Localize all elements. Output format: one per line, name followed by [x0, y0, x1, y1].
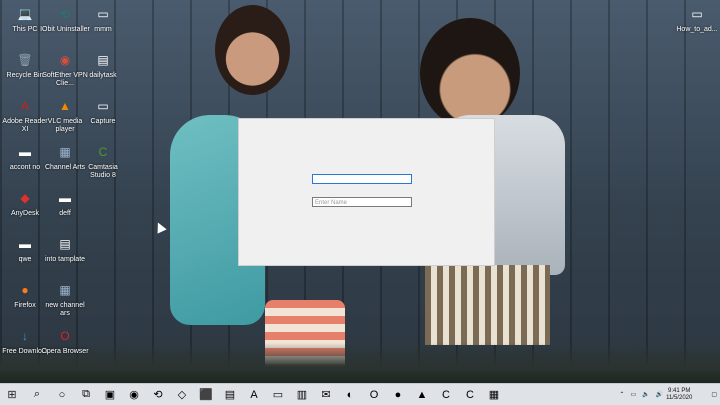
tray-chevron-icon[interactable]: ⌃ — [619, 391, 624, 398]
taskbar-app-15-icon[interactable]: C — [458, 384, 482, 405]
taskbar-app-12-icon[interactable]: ● — [386, 384, 410, 405]
notification-icon[interactable]: ▢ — [711, 391, 717, 398]
desktop-icon-label: into tamplate — [44, 256, 86, 263]
taskbar-app-7-icon[interactable]: ▭ — [266, 384, 290, 405]
taskbar-app-1-icon[interactable]: ◉ — [122, 384, 146, 405]
softether-icon: ◉ — [59, 53, 71, 67]
desktop-icon-how-to-ad[interactable]: ▭ How_to_ad... — [672, 4, 720, 34]
wallpaper-boy-shorts — [425, 265, 550, 345]
taskbar-app-8-icon[interactable]: ▥ — [290, 384, 314, 405]
wallpaper-girl-head — [215, 5, 290, 95]
clock-time: 9:41 PM — [668, 387, 691, 394]
microphone-icon[interactable]: 🔈 — [642, 391, 649, 398]
system-tray: ⌃ ▭ 🔈 🔊 9:41 PM 11/5/2020 ▢ — [616, 384, 720, 405]
taskbar-app-16-icon[interactable]: ▦ — [482, 384, 506, 405]
taskbar-app-0-icon[interactable]: ▣ — [98, 384, 122, 405]
desktop-icon-label: Capture — [90, 118, 116, 125]
taskbar-app-13-icon[interactable]: ▲ — [410, 384, 434, 405]
taskbar: ⊞ ⌕ ○ ⧉ ▣ ◉ ⟲ ◇ ⬛ ▤ A ▭ ▥ ✉ ◐ O ● ▲ C C ▦ ⌃ ▭ 🔈 🔊 9:41 P… — [0, 383, 720, 405]
desktop-icon-capture[interactable]: ▭ Capture — [78, 96, 128, 126]
cortana-button[interactable]: ○ — [50, 384, 74, 405]
taskbar-app-2-icon[interactable]: ⟲ — [146, 384, 170, 405]
into-template-icon: ▤ — [59, 237, 71, 251]
new-channel-ars-icon: ▦ — [59, 283, 71, 297]
mmm-icon: ▭ — [97, 7, 109, 21]
this-pc-icon: 💻 — [17, 7, 33, 21]
camtasia-icon: C — [98, 145, 108, 159]
name-input[interactable]: Enter Name — [312, 197, 412, 207]
iobit-uninstaller-icon: ⟲ — [59, 7, 71, 21]
vlc-icon: ▲ — [59, 99, 71, 113]
wallpaper-grass — [0, 343, 720, 383]
start-button[interactable]: ⊞ — [0, 384, 24, 405]
clock[interactable]: 9:41 PM 11/5/2020 — [666, 388, 692, 402]
firefox-icon: ● — [21, 283, 29, 297]
taskbar-app-9-icon[interactable]: ✉ — [314, 384, 338, 405]
desktop-icon-label: How_to_ad... — [676, 26, 718, 33]
task-view-button[interactable]: ⧉ — [74, 384, 98, 405]
accont-no-icon: ▬ — [19, 145, 31, 159]
wallpaper-boy-head — [420, 18, 520, 128]
desktop-icon-mmm[interactable]: ▭ mmm — [78, 4, 128, 34]
desktop-icon-new-channel-ars[interactable]: ▦ new channel ars — [40, 280, 90, 318]
form-window: Enter Name — [238, 118, 495, 266]
taskbar-app-11-icon[interactable]: O — [362, 384, 386, 405]
search-button[interactable]: ⌕ — [24, 384, 50, 405]
volume-icon[interactable]: 🔊 — [656, 391, 663, 398]
opera-browser-icon: O — [60, 329, 70, 343]
taskbar-app-14-icon[interactable]: C — [434, 384, 458, 405]
taskbar-app-5-icon[interactable]: ▤ — [218, 384, 242, 405]
channel-arts-icon: ▦ — [59, 145, 71, 159]
qwe-icon: ▬ — [19, 237, 31, 251]
desktop-icon-deff[interactable]: ▬ deff — [40, 188, 90, 218]
desktop-icon-label: Camtasia Studio 8 — [88, 164, 118, 179]
desktop-icon-dailytask[interactable]: ▤ dailytask — [78, 50, 128, 80]
anydesk-icon: ◆ — [20, 191, 30, 205]
capture-icon: ▭ — [97, 99, 109, 113]
desktop-icon-label: Opera Browser — [41, 348, 89, 355]
taskbar-app-6-icon[interactable]: A — [242, 384, 266, 405]
desktop-icon-label: deff — [59, 210, 71, 217]
how-to-ad-icon: ▭ — [691, 7, 703, 21]
taskbar-app-10-icon[interactable]: ◐ — [338, 384, 362, 405]
taskbar-app-4-icon[interactable]: ⬛ — [194, 384, 218, 405]
recycle-bin-icon: 🗑 — [17, 53, 33, 67]
free-download-icon: ↓ — [22, 329, 28, 343]
clock-date: 11/5/2020 — [666, 394, 693, 401]
desktop-icon-label: dailytask — [89, 72, 117, 79]
desktop-icon-label: new channel ars — [45, 302, 85, 317]
text-input-1[interactable] — [312, 174, 412, 184]
desktop-icon-label: mmm — [94, 26, 112, 33]
desktop-icon-camtasia[interactable]: C Camtasia Studio 8 — [78, 142, 128, 180]
taskbar-app-3-icon[interactable]: ◇ — [170, 384, 194, 405]
desktop-icon-into-template[interactable]: ▤ into tamplate — [40, 234, 90, 264]
dailytask-icon: ▤ — [97, 53, 109, 67]
deff-icon: ▬ — [59, 191, 71, 205]
network-icon[interactable]: ▭ — [630, 391, 636, 398]
adobe-reader-icon: A — [20, 99, 29, 113]
desktop-icon-opera-browser[interactable]: O Opera Browser — [40, 326, 90, 356]
